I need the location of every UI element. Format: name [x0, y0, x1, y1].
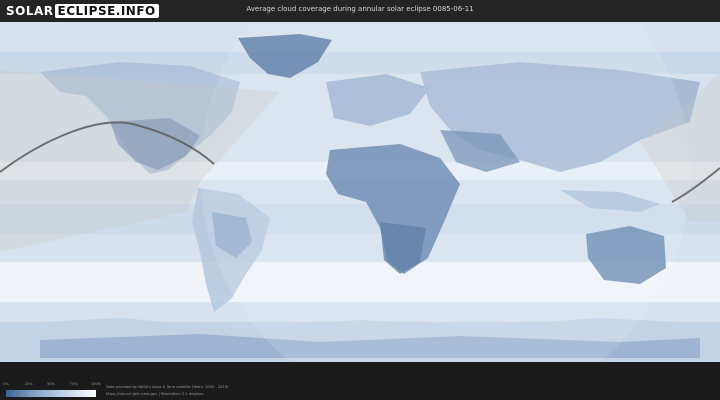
page-title: Average cloud coverage during annular so… — [246, 5, 474, 13]
cloud-map-svg — [0, 0, 720, 400]
legend-ticks: 0% 25% 50% 75% 100% — [3, 382, 101, 390]
footer-bar: 0% 25% 50% 75% 100% Data provided by NAS… — [0, 362, 720, 400]
legend-tick-100: 100% — [90, 382, 102, 386]
visibility-boundary — [200, 0, 690, 400]
legend-tick-50: 50% — [47, 382, 55, 386]
credit-line-2: https://neo.sci.gsfc.nasa.gov | Resoluti… — [106, 392, 204, 396]
credit-line-1: Data provided by NASA's Aqua & Terra sat… — [106, 385, 229, 389]
header-bar: SOLAR ECLIPSE.INFO Average cloud coverag… — [0, 0, 720, 22]
legend-color-scale — [6, 390, 96, 397]
data-credit: Data provided by NASA's Aqua & Terra sat… — [106, 384, 228, 398]
legend-tick-0: 0% — [3, 382, 9, 386]
legend-tick-25: 25% — [24, 382, 33, 386]
legend-tick-75: 75% — [69, 382, 78, 386]
world-cloud-map — [0, 0, 720, 400]
cloud-coverage-legend: 0% 25% 50% 75% 100% — [3, 382, 101, 397]
